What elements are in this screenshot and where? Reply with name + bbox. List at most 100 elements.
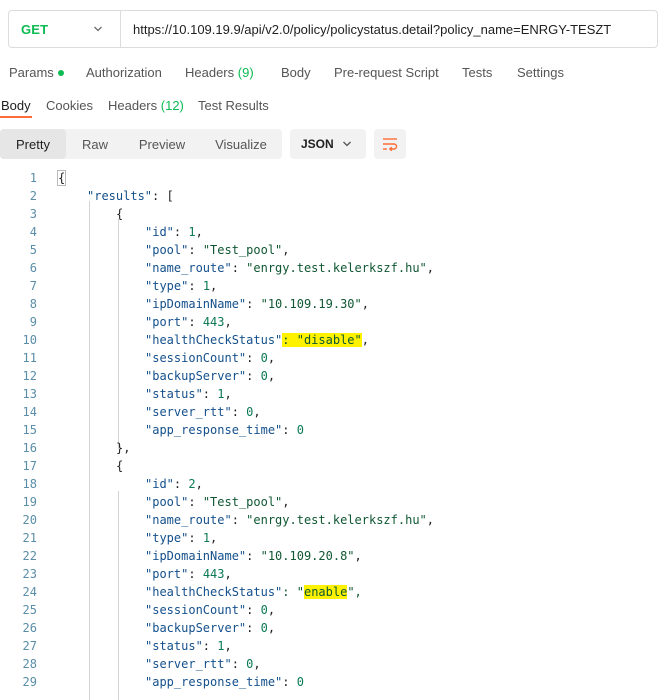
code-token: enable [303,585,348,599]
code-line: 10 "healthCheckStatus": "disable", [0,333,658,351]
line-number: 20 [22,513,37,527]
tab-tests[interactable]: Tests [462,65,492,80]
code-token: : [246,351,261,365]
code-text: "pool": "Test_pool", [145,495,290,509]
code-token: : [246,369,261,383]
code-token: 0 [260,621,268,635]
code-text: "sessionCount": 0, [145,351,275,365]
code-line: 27 "status": 1, [0,639,658,657]
code-line: 7 "type": 1, [0,279,658,297]
code-token: : [246,297,261,311]
code-token: : [246,549,261,563]
tab-label: Pre-request Script [334,65,439,80]
code-token: ", [347,585,362,599]
line-number: 23 [22,567,37,581]
tab-headers[interactable]: Headers (9) [185,65,254,80]
code-token: "type" [145,531,189,545]
code-token: "app_response_time" [145,423,283,437]
code-token: : [202,387,218,401]
code-token: : [188,279,203,293]
code-token: 0 [296,423,304,437]
code-line: 20 "name_route": "enrgy.test.kelerkszf.hu… [0,513,658,531]
line-number: 19 [22,495,37,509]
response-tab-test-results[interactable]: Test Results [198,98,269,113]
code-token: , [224,639,232,653]
code-token: , [426,513,435,527]
code-line: 25 "sessionCount": 0, [0,603,658,621]
line-number: 6 [29,261,37,275]
method-label: GET [21,21,49,37]
wrap-lines-button[interactable] [374,129,406,159]
code-text: "port": 443, [145,315,232,329]
format-label: JSON [301,137,334,151]
code-token: , [426,261,435,275]
method-select[interactable]: GET [9,11,121,47]
code-text: "server_rtt": 0, [145,405,261,419]
code-line: 14 "server_rtt": 0, [0,405,658,423]
response-tab-headers[interactable]: Headers (12) [108,98,184,113]
code-token: 0 [260,351,268,365]
code-token: "sessionCount" [145,603,247,617]
code-line: 3{ [0,207,658,225]
tab-authorization[interactable]: Authorization [86,65,162,80]
code-text: "type": 1, [145,531,217,545]
response-tab-body[interactable]: Body [1,98,31,113]
tab-body[interactable]: Body [281,65,311,80]
code-line: 5 "pool": "Test_pool", [0,243,658,261]
code-token: "ipDomainName" [145,297,247,311]
dot-icon [57,69,64,76]
code-line: 1{ [0,170,658,189]
tab-pre-request-script[interactable]: Pre-request Script [334,65,439,80]
code-text: "sessionCount": 0, [145,603,275,617]
code-line: 24 "healthCheckStatus": "enable", [0,585,658,603]
code-text: "id": 1, [145,225,203,239]
code-token: : [246,603,261,617]
code-token: "backupServer" [145,621,247,635]
line-number: 9 [29,315,37,329]
line-number: 29 [22,675,37,689]
code-line: 19 "pool": "Test_pool", [0,495,658,513]
url-input[interactable]: https://10.109.19.9/api/v2.0/policy/poli… [121,22,651,37]
code-token: "10.109.19.30" [260,297,362,311]
code-line: 26 "backupServer": 0, [0,621,658,639]
line-number: 16 [22,441,37,455]
view-pretty-button[interactable]: Pretty [0,129,66,159]
format-select[interactable]: JSON [290,129,366,159]
code-token: : [202,639,218,653]
view-raw-button[interactable]: Raw [66,129,124,159]
code-token: , [267,351,276,365]
tab-label: Tests [462,65,493,80]
code-token: : [188,531,203,545]
code-token: 443 [202,567,225,581]
tab-params[interactable]: Params [9,65,64,80]
line-number: 1 [29,171,37,185]
code-token: 0 [260,369,268,383]
code-line: 17 { [0,459,658,477]
line-number: 14 [22,405,37,419]
view-visualize-button[interactable]: Visualize [200,129,282,159]
line-number: 3 [29,207,37,221]
code-line: 28 "server_rtt": 0, [0,657,658,675]
code-line: 22 "ipDomainName": "10.109.20.8", [0,549,658,567]
code-token: "Test_pool" [202,243,283,257]
code-line: 15 "app_response_time": 0 [0,423,658,441]
tab-settings[interactable]: Settings [517,65,564,80]
line-number: 27 [22,639,37,653]
view-preview-button[interactable]: Preview [124,129,200,159]
code-text: "name_route": "enrgy.test.kelerkszf.hu", [145,261,434,275]
chevron-down-icon[interactable] [93,24,103,34]
code-text: { [116,207,123,221]
code-text: "backupServer": 0, [145,621,275,635]
code-token: : [188,243,203,257]
code-text: "ipDomainName": "10.109.20.8", [145,549,362,563]
response-tab-cookies[interactable]: Cookies [46,98,93,113]
code-token: , [282,243,290,257]
code-token: : [173,225,189,239]
code-token: : [282,675,297,689]
code-token: "status" [145,639,203,653]
line-number: 12 [22,369,37,383]
response-body-viewer[interactable]: 1{2 "results": [3{4 "id": 1, 5 "pool": "Test… [0,170,658,700]
code-token: , [267,369,276,383]
view-mode-group: Pretty Raw Preview Visualize [0,129,282,159]
code-token: 1 [202,279,211,293]
